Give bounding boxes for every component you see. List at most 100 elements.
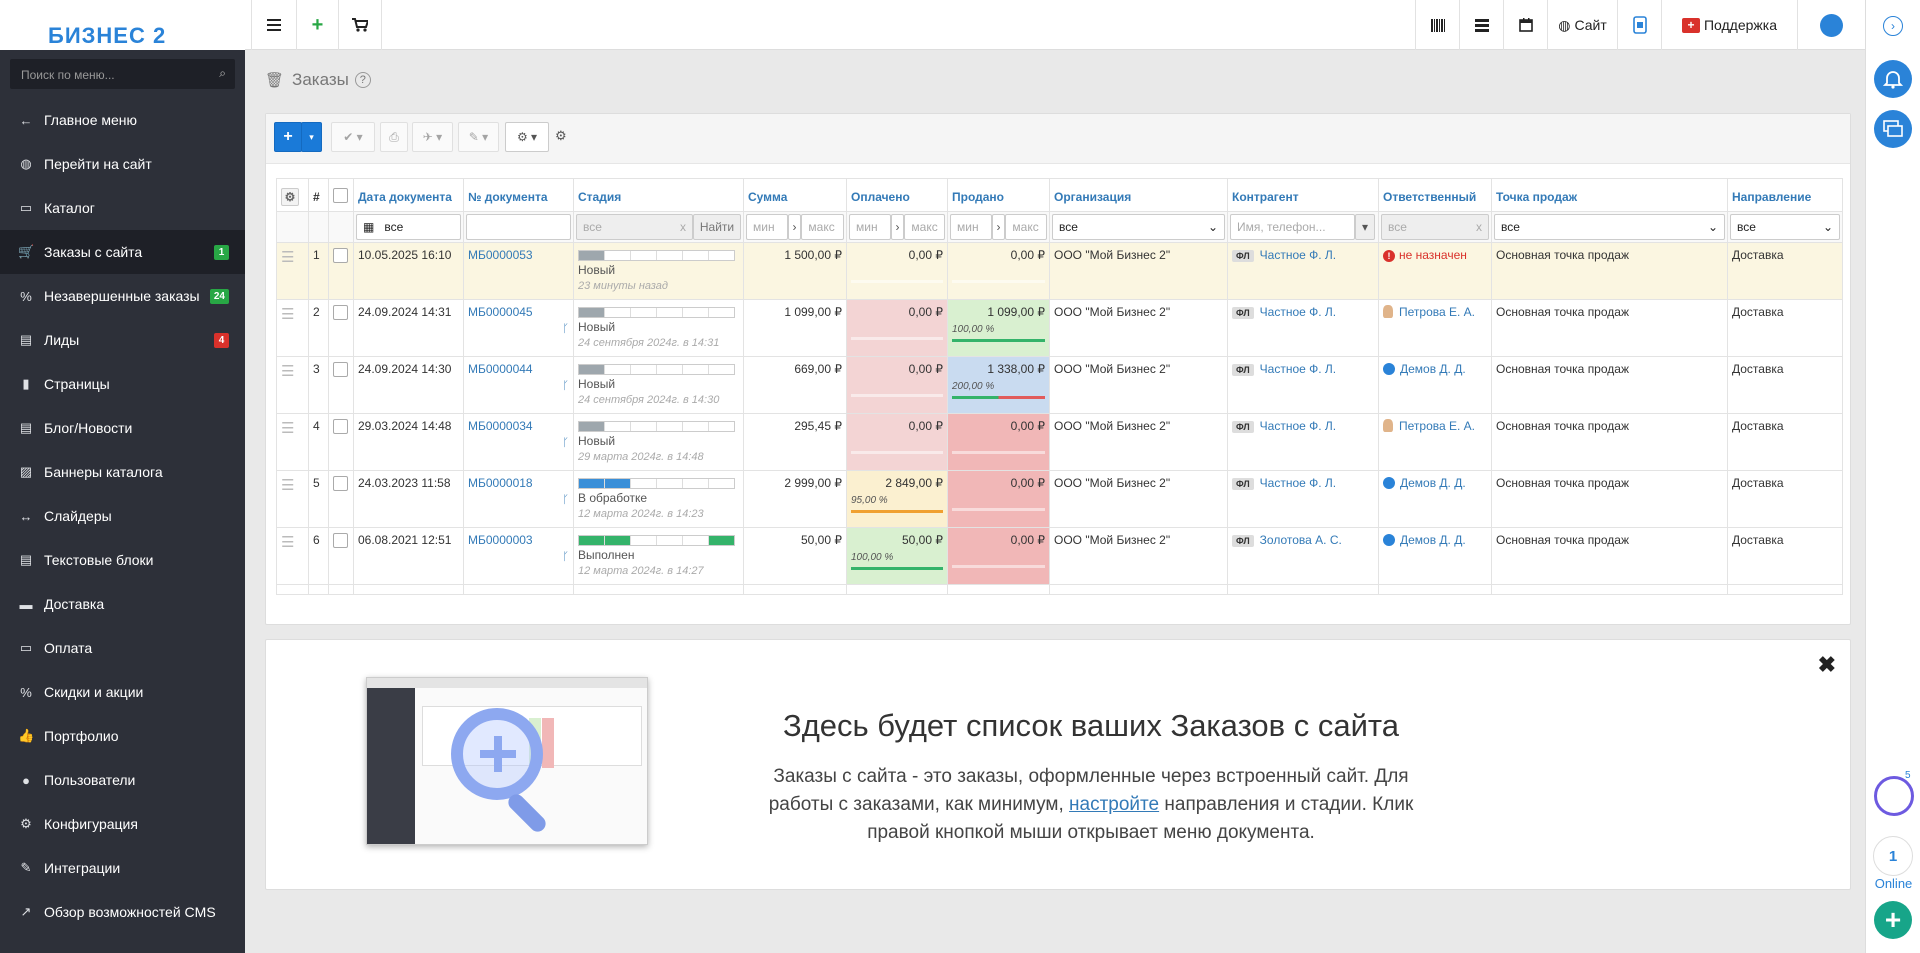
stage-cell[interactable]: Новый 23 минуты назад: [573, 242, 744, 300]
logo[interactable]: МОЙ БИЗНЕС 2: [0, 0, 245, 50]
support-button[interactable]: + Поддержка: [1661, 0, 1797, 50]
responsible-link[interactable]: Демов Д. Д.: [1400, 533, 1466, 547]
drag-handle[interactable]: ☰: [276, 356, 309, 414]
contragent-link[interactable]: Частное Ф. Л.: [1260, 476, 1336, 490]
settings-button[interactable]: ⚙ ▾: [505, 122, 549, 152]
sidebar-item[interactable]: ▤ Блог/Новости: [0, 406, 245, 450]
paid-min-input[interactable]: мин: [849, 214, 891, 240]
row-checkbox[interactable]: [328, 470, 354, 528]
fab-add-icon[interactable]: +: [1874, 901, 1912, 939]
attach-button[interactable]: ✎ ▾: [458, 122, 499, 152]
sidebar-item[interactable]: ✎ Интеграции: [0, 846, 245, 890]
row-checkbox[interactable]: [328, 242, 354, 300]
header-responsible[interactable]: Ответственный: [1378, 178, 1492, 212]
doc-filter-input[interactable]: [463, 211, 574, 243]
send-button[interactable]: ✈ ▾: [412, 122, 453, 152]
doc-number-link[interactable]: МБ0000018: [468, 476, 533, 490]
table-row[interactable]: ☰ 3 24.09.2024 14:30 МБ0000044 ᚴ Новый 24 сент…: [276, 356, 1843, 414]
sidebar-item[interactable]: ▬ Доставка: [0, 582, 245, 626]
header-direction[interactable]: Направление: [1727, 178, 1843, 212]
header-doc[interactable]: № документа: [463, 178, 574, 212]
add-icon[interactable]: +: [296, 0, 338, 50]
sidebar-item[interactable]: ▤ Текстовые блоки: [0, 538, 245, 582]
stage-cell[interactable]: Новый 24 сентября 2024г. в 14:30: [573, 356, 744, 414]
paid-max-input[interactable]: макс: [904, 214, 945, 240]
table-row[interactable]: ☰ 4 29.03.2024 14:48 МБ0000034 ᚴ Новый 29 март…: [276, 413, 1843, 471]
date-filter[interactable]: ▦ все: [353, 211, 464, 243]
contragent-dropdown-button[interactable]: ▾: [1355, 214, 1375, 240]
select-all-checkbox[interactable]: [328, 178, 354, 212]
contragent-link[interactable]: Частное Ф. Л.: [1260, 419, 1336, 433]
header-contragent[interactable]: Контрагент: [1227, 178, 1379, 212]
row-checkbox[interactable]: [328, 527, 354, 585]
header-sum[interactable]: Сумма: [743, 178, 847, 212]
notifications-icon[interactable]: [1874, 60, 1912, 98]
sidebar-item[interactable]: 👍 Портфолио: [0, 714, 245, 758]
row-checkbox[interactable]: [328, 299, 354, 357]
sold-min-input[interactable]: мин: [950, 214, 992, 240]
sum-max-input[interactable]: макс: [801, 214, 844, 240]
doc-number-link[interactable]: МБ0000044: [468, 362, 533, 376]
header-stage[interactable]: Стадия: [573, 178, 744, 212]
row-checkbox[interactable]: [328, 356, 354, 414]
stage-cell[interactable]: Новый 24 сентября 2024г. в 14:31: [573, 299, 744, 357]
sidebar-item[interactable]: ▮ Страницы: [0, 362, 245, 406]
server-icon[interactable]: [1459, 0, 1503, 50]
doc-number-link[interactable]: МБ0000034: [468, 419, 533, 433]
stage-cell[interactable]: В обработке 12 марта 2024г. в 14:23: [573, 470, 744, 528]
stage-cell[interactable]: Новый 29 марта 2024г. в 14:48: [573, 413, 744, 471]
sidebar-item[interactable]: ◍ Перейти на сайт: [0, 142, 245, 186]
sold-max-input[interactable]: макс: [1005, 214, 1048, 240]
table-row[interactable]: ☰ 2 24.09.2024 14:31 МБ0000045 ᚴ Новый 24 сент…: [276, 299, 1843, 357]
table-row[interactable]: ☰ 6 06.08.2021 12:51 МБ0000003 ᚴ Выполнен 12 м…: [276, 527, 1843, 585]
point-filter-select[interactable]: все ⌄: [1491, 211, 1728, 243]
responsible-clear-button[interactable]: x: [1476, 220, 1482, 234]
stage-filter-input[interactable]: все x: [576, 214, 693, 240]
print-button[interactable]: ⎙: [380, 122, 408, 152]
sidebar-item[interactable]: ▭ Каталог: [0, 186, 245, 230]
sidebar-item[interactable]: 🛒 Заказы с сайта 1: [0, 230, 245, 274]
sidebar-item[interactable]: ⚙ Конфигурация: [0, 802, 245, 846]
create-dropdown-button[interactable]: ▾: [301, 122, 322, 152]
stage-cell[interactable]: Выполнен 12 марта 2024г. в 14:27: [573, 527, 744, 585]
chat-icon[interactable]: [1874, 110, 1912, 148]
doc-number-link[interactable]: МБ0000053: [468, 248, 533, 262]
sidebar-item[interactable]: ● Пользователи: [0, 758, 245, 802]
header-sold[interactable]: Продано: [947, 178, 1050, 212]
responsible-link[interactable]: Демов Д. Д.: [1400, 362, 1466, 376]
row-checkbox[interactable]: [328, 413, 354, 471]
assistant-icon[interactable]: [1874, 776, 1914, 816]
contragent-link[interactable]: Частное Ф. Л.: [1260, 305, 1336, 319]
contragent-link[interactable]: Частное Ф. Л.: [1260, 362, 1336, 376]
app-icon[interactable]: [1617, 0, 1661, 50]
header-org[interactable]: Организация: [1049, 178, 1228, 212]
sum-min-input[interactable]: мин: [746, 214, 788, 240]
org-filter-select[interactable]: все ⌄: [1049, 211, 1228, 243]
menu-toggle-icon[interactable]: [251, 0, 296, 50]
doc-number-link[interactable]: МБ0000003: [468, 533, 533, 547]
sidebar-item[interactable]: ▨ Баннеры каталога: [0, 450, 245, 494]
sidebar-item[interactable]: % Незавершенные заказы 24: [0, 274, 245, 318]
find-button[interactable]: Найти: [693, 214, 741, 240]
responsible-link[interactable]: Петрова Е. А.: [1399, 305, 1475, 319]
close-icon[interactable]: ✖: [1818, 652, 1836, 678]
cogs-icon[interactable]: ⚙: [555, 128, 567, 144]
direction-filter-select[interactable]: все ⌄: [1727, 211, 1843, 243]
contragent-filter-input[interactable]: Имя, телефон...: [1230, 214, 1355, 240]
responsible-link[interactable]: Петрова Е. А.: [1399, 419, 1475, 433]
sidebar-item[interactable]: % Скидки и акции: [0, 670, 245, 714]
sidebar-item[interactable]: ← Главное меню: [0, 98, 245, 142]
configure-link[interactable]: настройте: [1069, 794, 1159, 815]
online-widget[interactable]: 1: [1873, 836, 1913, 876]
help-icon[interactable]: ?: [354, 72, 371, 88]
cart-icon[interactable]: [338, 0, 382, 50]
drag-handle[interactable]: ☰: [276, 299, 309, 357]
menu-search-input[interactable]: Поиск по меню... ⌕: [10, 59, 235, 89]
table-row[interactable]: ☰ 5 24.03.2023 11:58 МБ0000018 ᚴ В обработке 1…: [276, 470, 1843, 528]
stage-clear-button[interactable]: x: [680, 220, 686, 234]
table-row[interactable]: ☰ 1 10.05.2025 16:10 МБ0000053 Новый 23 минут…: [276, 242, 1843, 300]
expand-icon[interactable]: ›: [1883, 16, 1903, 36]
drag-handle[interactable]: ☰: [276, 242, 309, 300]
sidebar-item[interactable]: ↗ Обзор возможностей CMS: [0, 890, 245, 934]
responsible-link[interactable]: Демов Д. Д.: [1400, 476, 1466, 490]
